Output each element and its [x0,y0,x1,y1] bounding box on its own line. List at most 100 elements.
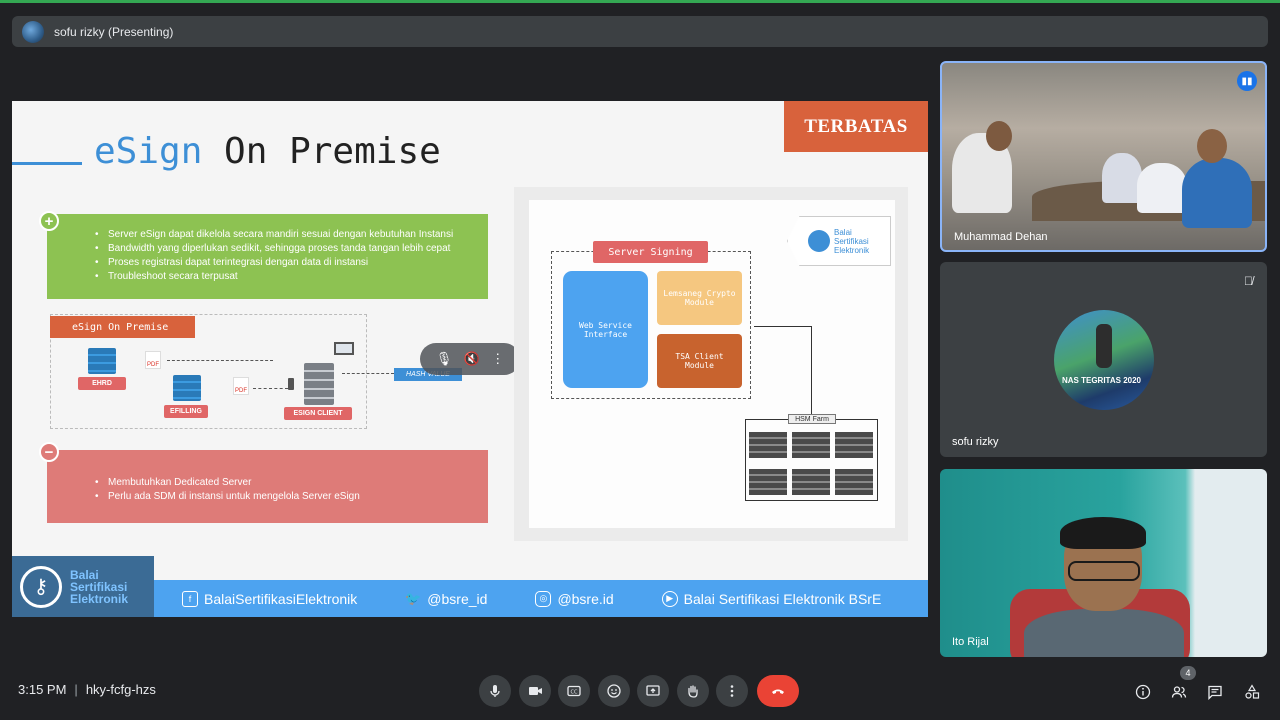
cons-box: Membutuhkan Dedicated Server Perlu ada S… [47,450,488,523]
phone-icon [288,378,294,390]
volume-off-icon[interactable]: 🔇 [464,351,480,367]
facebook-icon: f [182,590,198,607]
meeting-info: 3:15 PM | hky-fcfg-hzs [18,682,156,697]
tsa-client-box: TSA Client Module [657,334,742,388]
participant-name: Muhammad Dehan [954,231,1048,243]
bsre-tag-line: Sertifikasi [834,236,869,246]
hsm-unit-icon [749,469,787,495]
participant-avatar: NAS TEGRITAS 2020 [1054,310,1154,410]
more-options-icon[interactable]: ⋮ [491,351,504,367]
meeting-info-separator: | [74,682,78,697]
present-icon [646,685,660,696]
video-person-hair [1060,517,1146,549]
terbatas-badge: TERBATAS [784,101,928,152]
participant-name: sofu rizky [952,436,999,448]
presentation-overlay-controls: 🎙 🔇 ⋮ [420,343,520,375]
efilling-tag: EFILLING [164,405,208,418]
hsm-unit-icon [749,432,787,458]
pros-item: Troubleshoot secara terpusat [95,270,488,284]
pros-item: Proses registrasi dapat terintegrasi den… [95,256,488,270]
presenter-avatar [22,20,44,43]
meeting-details-button[interactable] [1133,682,1153,702]
footer-youtube-text: Balai Sertifikasi Elektronik BSrE [683,590,882,607]
esign-client-tag: ESIGN CLIENT [284,407,352,420]
camera-icon [529,687,542,695]
plus-icon: + [39,211,59,231]
chat-icon [1208,685,1222,700]
flow-arrow [167,360,273,361]
connector-line [811,326,812,414]
web-service-box: Web Service Interface [563,271,648,388]
hsm-unit-icon [835,469,873,495]
participant-name: Ito Rijal [952,636,989,648]
captions-button[interactable]: CC [558,675,590,707]
svg-text:CC: CC [571,690,578,696]
activities-icon [1245,684,1260,699]
laptop-icon [334,342,354,355]
camera-button[interactable] [519,675,551,707]
esign-client-rack-icon [304,363,334,405]
hsm-unit-icon [792,432,830,458]
avatar-figure [1096,324,1112,368]
video-person [1137,163,1187,213]
participant-tile-sofu-rizky[interactable]: 🎙̸ NAS TEGRITAS 2020 sofu rizky [940,262,1267,457]
efilling-server-icon [173,375,201,401]
participant-tile-ito-rijal[interactable]: Ito Rijal [940,469,1267,657]
chat-button[interactable] [1205,682,1225,702]
title-accent-line [12,162,82,165]
emoji-icon [607,684,621,698]
participant-tile-muhammad-dehan[interactable]: ▮▮ Muhammad Dehan [940,61,1267,252]
bsre-key-icon: ⚷ [20,565,62,608]
flow-arrow [342,373,394,374]
participant-count-badge: 4 [1180,666,1196,680]
ehrd-tag: EHRD [78,377,126,390]
microphone-button[interactable] [479,675,511,707]
connector-line [754,326,811,327]
people-button[interactable] [1169,682,1189,702]
bsre-tag: Balai Sertifikasi Elektronik [787,216,891,266]
pdf-icon: PDF [233,377,249,395]
twitter-icon: 🐦 [405,590,422,606]
footer-youtube: ▶ Balai Sertifikasi Elektronik BSrE [661,590,882,607]
footer-instagram-text: @bsre.id [557,590,614,607]
meeting-time: 3:15 PM [18,682,67,697]
slide-title-blue: eSign [94,131,203,172]
meeting-code: hky-fcfg-hzs [85,682,156,697]
server-signing-label: Server Signing [593,241,708,263]
footer-logo-line: Balai [70,567,99,582]
presenter-name: sofu rizky (Presenting) [54,24,174,39]
left-diagram-label: eSign On Premise [50,316,195,338]
top-accent-stripe [0,0,1280,3]
footer-logo-line: Elektronik [70,591,129,606]
footer-twitter: 🐦 @bsre_id [405,591,487,607]
activities-button[interactable] [1242,682,1262,702]
microphone-icon [490,685,500,697]
flow-arrow [253,388,288,389]
cons-item: Perlu ada SDM di instansi untuk mengelol… [95,490,488,504]
ehrd-server-icon [88,348,116,374]
video-person-body [1024,609,1184,657]
leave-call-button[interactable] [757,675,799,707]
hand-icon [688,685,698,698]
footer-twitter-text: @bsre_id [427,590,488,607]
bsre-tag-text: Balai Sertifikasi Elektronik [834,228,869,255]
footer-logo-line: Sertifikasi [70,579,128,594]
people-icon [1171,686,1187,698]
bsre-logo-icon [808,230,830,252]
more-options-button[interactable] [716,675,748,707]
minus-icon: − [39,442,59,462]
info-icon [1135,684,1151,700]
pros-item: Server eSign dapat dikelola secara mandi… [95,228,488,242]
hang-up-icon [772,689,784,694]
mic-off-icon[interactable]: 🎙 [436,351,453,367]
slide-title: eSign On Premise [94,131,441,172]
raise-hand-button[interactable] [677,675,709,707]
youtube-icon: ▶ [661,590,678,607]
mic-off-icon: 🎙̸ [1244,274,1253,288]
speaking-indicator-icon: ▮▮ [1237,71,1257,91]
avatar-caption: NAS TEGRITAS 2020 [1062,376,1141,385]
hsm-unit-icon [835,432,873,458]
video-person-head [986,121,1012,151]
present-screen-button[interactable] [637,675,669,707]
reactions-button[interactable] [598,675,630,707]
